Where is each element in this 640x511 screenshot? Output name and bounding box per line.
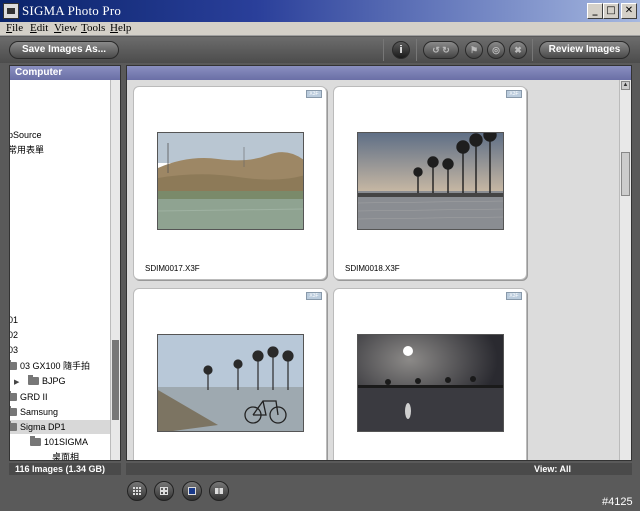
info-icon[interactable]: i: [392, 41, 410, 59]
scroll-up-icon[interactable]: ▲: [621, 81, 630, 90]
thumbnail-panel: X3F SDIM0017.X3F X3F SDIM0018.X3F X3F X3…: [126, 65, 632, 461]
thumbnail-image[interactable]: [157, 132, 304, 230]
tree-item-label: BJPG: [42, 376, 66, 386]
thumbnail-card[interactable]: X3F: [333, 86, 527, 280]
menu-view[interactable]: View: [54, 22, 77, 35]
review-images-button[interactable]: Review Images: [539, 41, 630, 59]
tree-item-label: 02: [10, 330, 19, 340]
small-grid-view-icon[interactable]: [127, 481, 147, 501]
tree-item-label: 03: [10, 345, 19, 355]
window-title: SIGMA Photo Pro: [22, 3, 122, 18]
rotate-icon[interactable]: ↺ ↻: [423, 41, 459, 59]
view-filter-label: View: All: [534, 464, 572, 474]
watermark: #4125: [602, 496, 633, 508]
x3f-badge: X3F: [306, 90, 322, 98]
menu-help[interactable]: Help: [110, 22, 131, 35]
tree-item-label: 101SIGMA: [44, 437, 89, 447]
tree-item-label: Samsung: [20, 407, 59, 417]
x3f-badge: X3F: [506, 292, 522, 300]
folder-icon: [10, 359, 17, 370]
thumbnail-card[interactable]: X3F: [133, 288, 327, 460]
tree-item[interactable]: 桌面相: [52, 450, 110, 460]
folder-icon: [10, 405, 17, 416]
toolbar-divider: [532, 39, 533, 61]
thumbnail-filename: SDIM0017.X3F: [145, 264, 200, 273]
x3f-badge: X3F: [506, 90, 522, 98]
tree-item-label: Sigma DP1: [20, 422, 66, 432]
toolbar: Save Images As... i ↺ ↻ ⚑ ◎ ✖ Review Ima…: [0, 37, 640, 63]
tree-item-label: 桌面相: [52, 452, 80, 460]
trash-icon[interactable]: ✖: [509, 41, 527, 59]
tree-item[interactable]: 02: [10, 328, 108, 342]
x3f-badge: X3F: [306, 292, 322, 300]
maximize-button[interactable]: □: [603, 3, 619, 19]
toolbar-divider: [383, 39, 384, 61]
folder-panel: Computer pSource 常用表單 01 02 03 03 GX100 …: [9, 65, 121, 461]
menu-file[interactable]: File: [6, 22, 23, 35]
large-grid-view-icon[interactable]: [154, 481, 174, 501]
scrollbar-thumb[interactable]: [621, 152, 630, 196]
thumbnail-image[interactable]: [157, 334, 304, 432]
compare-view-icon[interactable]: [209, 481, 229, 501]
folder-icon: [28, 374, 39, 385]
minimize-button[interactable]: _: [587, 3, 603, 19]
title-bar: SIGMA Photo Pro _ □ ✕: [0, 0, 640, 22]
tree-item[interactable]: ▶ BJPG: [14, 374, 110, 388]
close-button[interactable]: ✕: [621, 3, 637, 19]
thumbnail-card[interactable]: X3F: [333, 288, 527, 460]
tree-item[interactable]: 101SIGMA: [30, 435, 110, 449]
save-images-as-button[interactable]: Save Images As...: [9, 41, 119, 59]
thumbnail-image[interactable]: [357, 334, 504, 432]
tree-item[interactable]: pSource: [10, 128, 108, 142]
thumbnail-scrollbar[interactable]: ▲: [619, 80, 631, 460]
tree-item-selected[interactable]: Sigma DP1: [10, 420, 110, 434]
tree-item[interactable]: GRD II: [10, 390, 106, 404]
toolbar-divider: [416, 39, 417, 61]
folder-open-icon: [10, 420, 17, 431]
tree-item-label: 常用表單: [10, 145, 45, 155]
flag-icon[interactable]: ⚑: [465, 41, 483, 59]
tree-item-label: GRD II: [20, 392, 48, 402]
view-status-bar: View: All: [126, 463, 632, 475]
menu-edit[interactable]: Edit: [30, 22, 48, 35]
scrollbar-thumb[interactable]: [112, 340, 119, 420]
tree-item-label: pSource: [10, 130, 42, 140]
single-view-icon[interactable]: [182, 481, 202, 501]
folder-icon: [30, 435, 41, 446]
folder-tree-scrollbar[interactable]: [110, 80, 120, 460]
tree-item[interactable]: 常用表單: [10, 143, 108, 157]
tree-item[interactable]: Samsung: [10, 405, 106, 419]
thumbnail-filename: SDIM0018.X3F: [345, 264, 400, 273]
folder-panel-header: Computer: [10, 66, 120, 80]
tree-item[interactable]: 03: [10, 343, 108, 357]
thumbnail-grid: X3F SDIM0017.X3F X3F SDIM0018.X3F X3F X3…: [127, 80, 619, 460]
image-count-status: 116 Images (1.34 GB): [9, 463, 121, 475]
tree-item[interactable]: 03 GX100 隨手拍: [10, 359, 106, 373]
tree-item-label: 01: [10, 315, 19, 325]
tree-item[interactable]: 01: [10, 313, 108, 327]
app-icon: [3, 3, 19, 19]
thumbnail-image[interactable]: [357, 132, 504, 230]
folder-icon: [10, 390, 17, 401]
thumbnail-panel-header: [127, 66, 631, 80]
tree-item-label: 03 GX100 隨手拍: [20, 361, 91, 371]
menu-bar: File Edit View Tools Help: [0, 22, 640, 36]
tag-icon[interactable]: ◎: [487, 41, 505, 59]
folder-tree: pSource 常用表單 01 02 03 03 GX100 隨手拍 ▶ BJPG…: [10, 80, 110, 460]
sigma-photo-pro-window: SIGMA Photo Pro _ □ ✕ File Edit View Too…: [0, 0, 640, 511]
expand-arrow-icon[interactable]: ▶: [14, 376, 22, 390]
thumbnail-card[interactable]: X3F SDIM0017.X3F: [133, 86, 327, 280]
menu-tools[interactable]: Tools: [81, 22, 105, 35]
